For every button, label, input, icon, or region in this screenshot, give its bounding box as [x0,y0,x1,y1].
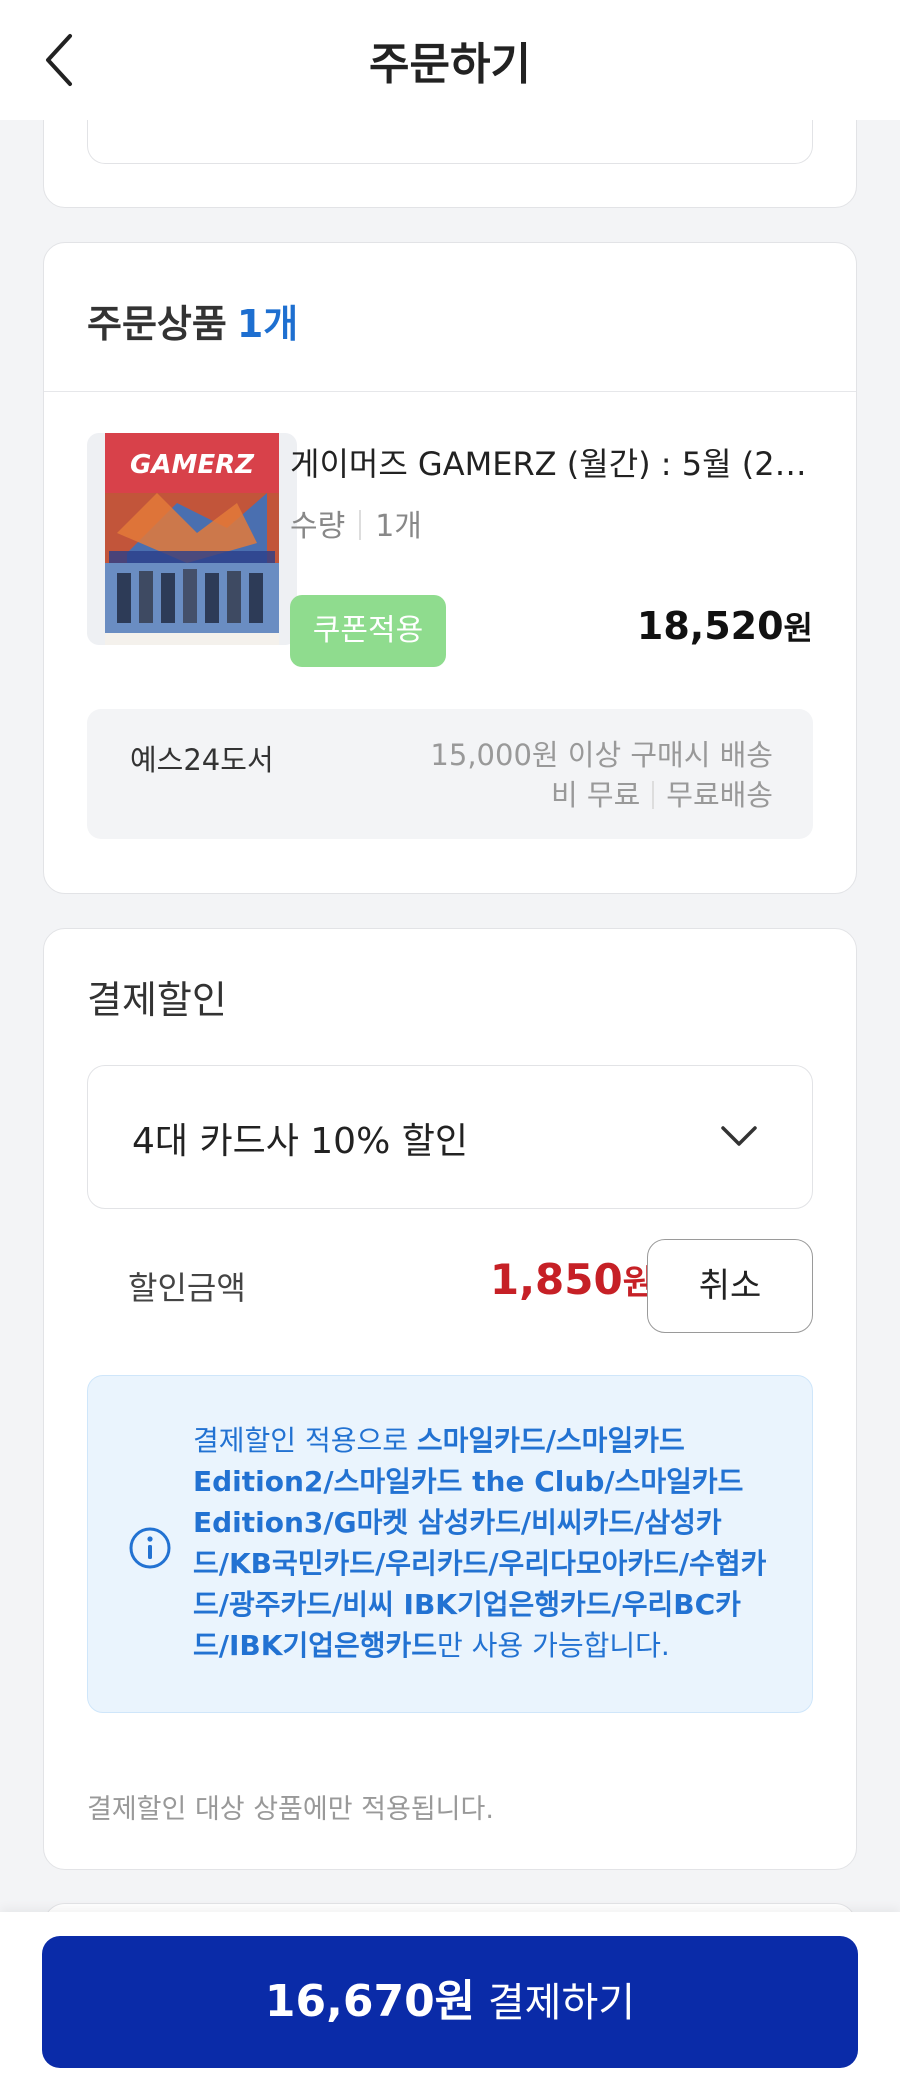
chevron-down-icon [721,1126,757,1146]
payment-discount-card: 결제할인 4대 카드사 10% 할인 할인금액 1,850원 취소 결제할인 적… [43,928,857,1870]
pay-label: 결제하기 [475,1980,636,2026]
separator [359,510,362,540]
separator [652,781,655,809]
info-icon [129,1527,171,1569]
order-items-count: 1개 [236,302,299,346]
thumbnail-logo: GAMERZ [130,450,255,480]
product-price: 18,520원 [637,603,813,649]
notice-suffix: 만 사용 가능합니다. [437,1629,670,1662]
notice-prefix: 결제할인 적용으로 [193,1424,417,1457]
pay-amount: 16,670원 [264,1976,476,2027]
product-quantity: 수량 1개 [290,501,422,545]
page-title: 주문하기 [369,39,531,90]
discount-amount-label: 할인금액 [128,1269,246,1307]
price-value: 18,520 [636,604,784,648]
shipping-condition-line1: 15,000원 이상 구매시 배송 [430,738,773,772]
discount-notice: 결제할인 적용으로 스마일카드/스마일카드 Edition2/스마일카드 the… [87,1375,813,1713]
order-items-title: 주문상품 1개 [87,293,298,348]
shipping-info-box: 예스24도서 15,000원 이상 구매시 배송 비 무료 무료배송 [87,709,813,839]
divider [44,391,856,392]
quantity-value: 1개 [375,509,422,544]
shipping-info: 15,000원 이상 구매시 배송 비 무료 무료배송 [430,735,773,815]
price-unit: 원 [783,609,813,647]
order-items-title-text: 주문상품 [87,302,227,346]
discount-select[interactable]: 4대 카드사 10% 할인 [87,1065,813,1209]
top-bar: 주문하기 [0,0,900,120]
order-items-card: 주문상품 1개 GAMERZ 게이머즈 GAMERZ (월간) : 5월 (2… … [43,242,857,894]
coupon-apply-button[interactable]: 쿠폰적용 [290,595,446,667]
product-name[interactable]: 게이머즈 GAMERZ (월간) : 5월 (2… [290,439,850,485]
shipping-condition-line2-text: 비 무료 [551,778,641,812]
pay-button[interactable]: 16,670원 결제하기 [42,1936,858,2068]
bottom-pay-bar: 16,670원 결제하기 [0,1912,900,2090]
cancel-discount-button[interactable]: 취소 [647,1239,813,1333]
payment-discount-title: 결제할인 [87,978,227,1022]
discount-amount-value: 1,850 [489,1255,623,1304]
eligible-cards: 스마일카드/스마일카드 Edition2/스마일카드 the Club/스마일카… [193,1424,767,1662]
product-thumbnail[interactable]: GAMERZ [87,433,297,645]
quantity-label: 수량 [290,509,346,544]
discount-selected-value: 4대 카드사 10% 할인 [132,1121,468,1162]
seller-name: 예스24도서 [130,743,274,777]
discount-footnote: 결제할인 대상 상품에만 적용됩니다. [87,1794,494,1825]
discount-amount: 1,850원 [454,1255,654,1304]
shipping-condition-line2: 비 무료 무료배송 [430,775,773,815]
discount-notice-text: 결제할인 적용으로 스마일카드/스마일카드 Edition2/스마일카드 the… [193,1420,793,1666]
shipping-type: 무료배송 [666,778,773,812]
